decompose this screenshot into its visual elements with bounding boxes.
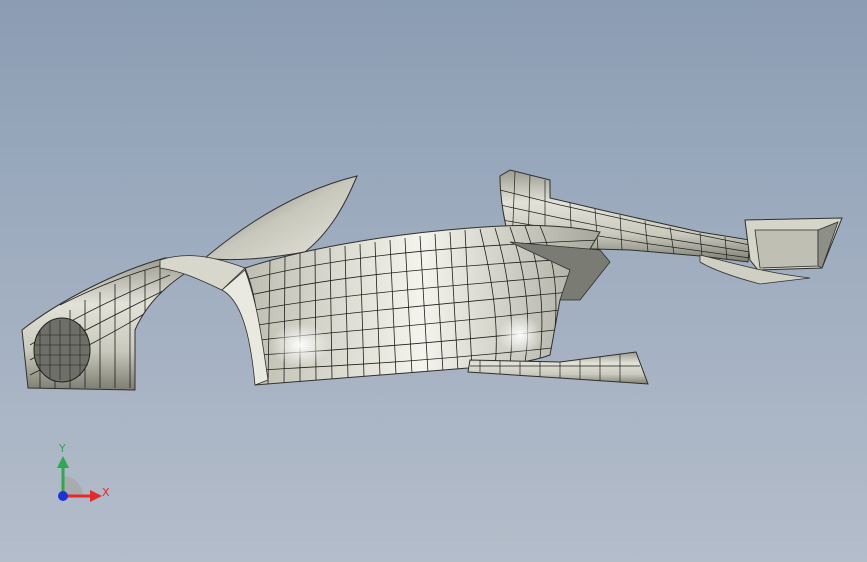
y-axis-arrow [57,456,69,468]
y-axis-label: Y [59,442,66,455]
x-axis-arrow [90,490,102,502]
x-axis-label: X [102,486,110,499]
rear-box-side [817,221,839,269]
surface-highlight [270,323,330,367]
front-intake [33,317,91,383]
graphics-viewport[interactable]: Y X [0,0,867,562]
surface-highlight-2 [498,315,542,355]
rear-box-face [754,229,819,269]
z-axis-dot [58,491,68,501]
car-body-model[interactable] [0,0,867,562]
